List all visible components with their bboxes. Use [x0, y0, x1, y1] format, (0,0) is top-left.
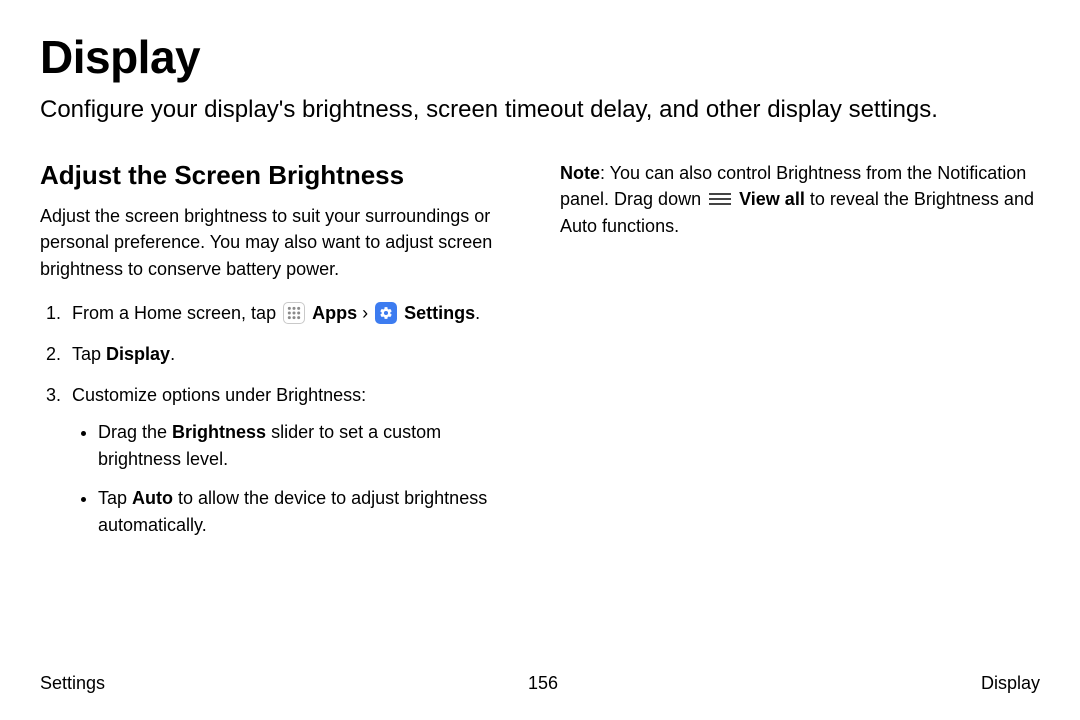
step-item: Tap Display.: [66, 341, 520, 368]
note-label: Note: [560, 163, 600, 183]
section-desc: Adjust the screen brightness to suit you…: [40, 203, 520, 281]
note-viewall: View all: [739, 189, 805, 209]
footer-left: Settings: [40, 673, 105, 694]
note-text: Note: You can also control Brightness fr…: [560, 160, 1040, 238]
bullet-list: Drag the Brightness slider to set a cust…: [72, 419, 520, 539]
step-sep: ›: [357, 303, 373, 323]
list-item: Tap Auto to allow the device to adjust b…: [98, 485, 520, 539]
footer-right: Display: [981, 673, 1040, 694]
step-text: Tap: [72, 344, 106, 364]
menu-icon: [709, 190, 731, 208]
apps-icon: [283, 302, 305, 324]
step-item: From a Home screen, tap Apps › Settings.: [66, 300, 520, 327]
page: Display Configure your display's brightn…: [0, 0, 1080, 720]
step-apps-label: Apps: [312, 303, 357, 323]
intro-text: Configure your display's brightness, scr…: [40, 94, 1040, 126]
step-end: .: [170, 344, 175, 364]
bullet-text: Tap: [98, 488, 132, 508]
step-end: .: [475, 303, 480, 323]
steps-list: From a Home screen, tap Apps › Settings.: [40, 300, 520, 539]
bullet-bold: Auto: [132, 488, 173, 508]
content-columns: Adjust the Screen Brightness Adjust the …: [40, 160, 1040, 552]
step-item: Customize options under Brightness: Drag…: [66, 382, 520, 539]
step-text: From a Home screen, tap: [72, 303, 281, 323]
section-heading: Adjust the Screen Brightness: [40, 160, 520, 191]
footer-page-number: 156: [528, 673, 558, 694]
settings-icon: [375, 302, 397, 324]
bullet-text: Drag the: [98, 422, 172, 442]
right-column: Note: You can also control Brightness fr…: [560, 160, 1040, 552]
page-title: Display: [40, 30, 1040, 84]
list-item: Drag the Brightness slider to set a cust…: [98, 419, 520, 473]
bullet-bold: Brightness: [172, 422, 266, 442]
step-settings-label: Settings: [404, 303, 475, 323]
page-footer: Settings 156 Display: [40, 673, 1040, 694]
step-display-label: Display: [106, 344, 170, 364]
step-text: Customize options under Brightness:: [72, 385, 366, 405]
left-column: Adjust the Screen Brightness Adjust the …: [40, 160, 520, 552]
